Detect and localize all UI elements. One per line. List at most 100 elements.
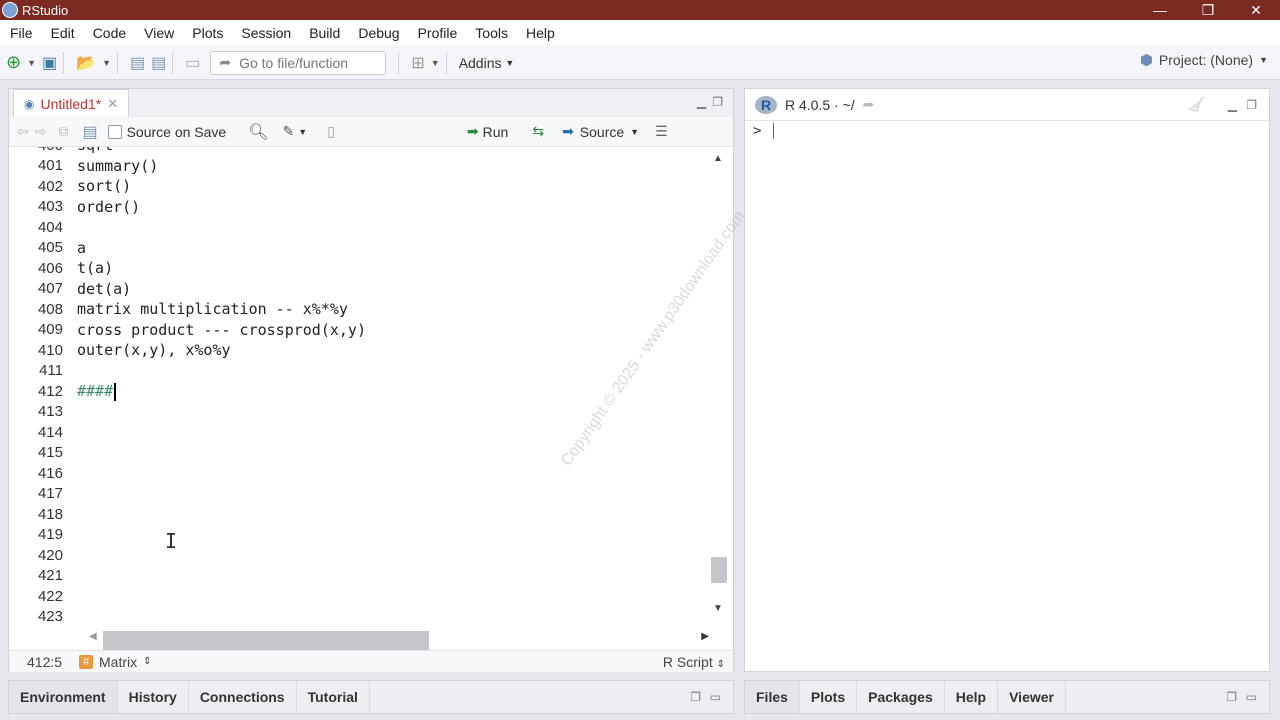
scroll-left-icon[interactable]: ◀ xyxy=(89,631,97,642)
editor-tab-bar: ◉ Untitled1* ✕ ▁ ❐ xyxy=(9,89,733,117)
code-lines: 400sqrt401summary()402sort()403order()40… xyxy=(9,147,709,629)
line-code: #### xyxy=(73,382,117,401)
menu-tools[interactable]: Tools xyxy=(475,25,508,41)
maximize-pane-icon[interactable]: ▭ xyxy=(1246,690,1257,704)
menu-code[interactable]: Code xyxy=(93,25,126,41)
maximize-pane-icon[interactable]: ▭ xyxy=(710,690,721,704)
code-line: 415 xyxy=(9,443,709,464)
show-in-window-icon[interactable]: ⧉ xyxy=(58,123,68,140)
addins-button[interactable]: Addins ▼ xyxy=(459,51,515,75)
line-code: sort() xyxy=(77,177,132,196)
line-number: 415 xyxy=(37,444,63,462)
chevron-down-icon[interactable]: ▼ xyxy=(298,127,307,137)
dropdown-arrow-icon[interactable]: ▼ xyxy=(102,51,111,75)
code-line: 416 xyxy=(9,463,709,484)
maximize-button[interactable]: ❐ xyxy=(1184,0,1232,20)
code-line: 418 xyxy=(9,504,709,525)
grid-layout-icon[interactable]: ⊞ xyxy=(411,51,424,75)
print-icon[interactable]: ▭ xyxy=(185,51,200,75)
scroll-right-icon[interactable]: ▶ xyxy=(701,631,709,642)
close-button[interactable]: ✕ xyxy=(1232,0,1280,20)
scroll-down-icon[interactable]: ▼ xyxy=(713,603,723,614)
menu-profile[interactable]: Profile xyxy=(418,25,458,41)
tab-tutorial[interactable]: Tutorial xyxy=(297,681,370,713)
forward-arrow-icon[interactable]: ⇨ xyxy=(35,123,47,140)
scroll-up-icon[interactable]: ▲ xyxy=(713,153,723,164)
code-line: 405 a xyxy=(9,238,709,259)
updown-icon: ⇕ xyxy=(716,658,725,670)
goto-dir-icon[interactable]: ➦ xyxy=(863,96,875,113)
save-icon[interactable]: ▤ xyxy=(130,51,145,75)
save-all-icon[interactable]: ▤ xyxy=(151,51,166,75)
tab-connections[interactable]: Connections xyxy=(189,681,297,713)
menu-build[interactable]: Build xyxy=(309,25,340,41)
line-number: 423 xyxy=(37,608,63,626)
menu-file[interactable]: File xyxy=(10,25,33,41)
compile-report-icon[interactable]: ▯ xyxy=(327,123,335,140)
menu-plots[interactable]: Plots xyxy=(192,25,223,41)
outline-icon[interactable]: ☰ xyxy=(655,123,668,140)
updown-icon: ⇕ xyxy=(143,656,152,667)
magic-wand-icon[interactable]: ✎ xyxy=(283,123,295,140)
code-line: 401 summary() xyxy=(9,156,709,177)
back-arrow-icon[interactable]: ⇦ xyxy=(17,123,29,140)
clear-console-icon[interactable]: 🧹︎ xyxy=(1187,96,1205,113)
tab-help[interactable]: Help xyxy=(945,681,999,713)
file-type-selector[interactable]: R Script ⇕ xyxy=(663,654,725,670)
maximize-pane-icon[interactable]: ❐ xyxy=(1246,98,1257,112)
dropdown-arrow-icon[interactable]: ▼ xyxy=(27,51,36,75)
code-line: 423 xyxy=(9,607,709,628)
tab-viewer[interactable]: Viewer xyxy=(998,681,1066,713)
console-prompt[interactable]: > xyxy=(753,123,775,139)
minimize-pane-icon[interactable]: ▁ xyxy=(1228,98,1237,112)
tab-history[interactable]: History xyxy=(118,681,189,713)
tab-files[interactable]: Files xyxy=(745,681,800,713)
run-arrow-icon: ➡ xyxy=(466,123,479,139)
minimize-pane-icon[interactable]: ▁ xyxy=(697,95,706,109)
dropdown-arrow-icon[interactable]: ▼ xyxy=(431,51,440,75)
source-on-save-checkbox[interactable] xyxy=(107,124,122,139)
scrollbar-thumb[interactable] xyxy=(711,557,727,583)
code-line: 412 #### xyxy=(9,381,709,402)
code-area[interactable]: 400sqrt401summary()402sort()403order()40… xyxy=(9,147,733,629)
rerun-icon[interactable]: ⇆ xyxy=(532,123,544,140)
vertical-scrollbar[interactable]: ▲ ▼ xyxy=(709,147,727,629)
minimize-button[interactable]: — xyxy=(1136,0,1184,20)
menu-view[interactable]: View xyxy=(144,25,174,41)
goto-file-input[interactable]: ➦ Go to file/function xyxy=(210,50,387,75)
minimize-pane-icon[interactable]: ❐ xyxy=(1226,690,1237,704)
code-line: 411 xyxy=(9,361,709,382)
source-editor-pane: ◉ Untitled1* ✕ ▁ ❐ ⇦ ⇨ ⧉ ▤ Source on Sav… xyxy=(8,88,734,672)
source-button[interactable]: ➡ Source ▼ xyxy=(562,123,639,140)
menu-debug[interactable]: Debug xyxy=(358,25,399,41)
line-code: outer(x,y), x%o%y xyxy=(77,341,231,360)
editor-caret xyxy=(114,382,117,401)
new-file-icon[interactable]: ⊕ xyxy=(6,51,21,75)
console-cursor xyxy=(773,123,775,139)
search-icon[interactable]: 🔍︎ xyxy=(248,122,268,142)
menu-help[interactable]: Help xyxy=(526,25,555,41)
scrollbar-thumb[interactable] xyxy=(103,631,429,651)
close-icon[interactable]: ✕ xyxy=(107,96,118,112)
maximize-pane-icon[interactable]: ❐ xyxy=(712,95,723,109)
new-project-icon[interactable]: ▣ xyxy=(42,51,57,75)
toolbar-divider xyxy=(398,51,400,74)
open-file-icon[interactable]: 📂 xyxy=(76,51,96,75)
line-code: t(a) xyxy=(77,259,114,278)
tab-plots[interactable]: Plots xyxy=(800,681,858,713)
project-menu[interactable]: ⬢ Project: (None) ▼ xyxy=(1140,51,1268,69)
tab-packages[interactable]: Packages xyxy=(857,681,945,713)
menu-edit[interactable]: Edit xyxy=(51,25,75,41)
minimize-pane-icon[interactable]: ❐ xyxy=(690,690,701,704)
function-navigator[interactable]: # Matrix ⇕ xyxy=(79,654,152,670)
source-on-save-label: Source on Save xyxy=(126,123,227,140)
menu-session[interactable]: Session xyxy=(241,25,291,41)
run-button[interactable]: ➡ Run xyxy=(467,123,508,140)
line-code: a xyxy=(77,238,87,257)
toolbar-divider xyxy=(63,51,65,74)
window-title: RStudio xyxy=(22,2,69,18)
tab-environment[interactable]: Environment xyxy=(9,681,118,713)
save-icon[interactable]: ▤ xyxy=(82,122,97,142)
tab-untitled1[interactable]: ◉ Untitled1* ✕ xyxy=(13,89,130,117)
horizontal-scrollbar[interactable]: ◀ ▶ xyxy=(89,629,709,651)
